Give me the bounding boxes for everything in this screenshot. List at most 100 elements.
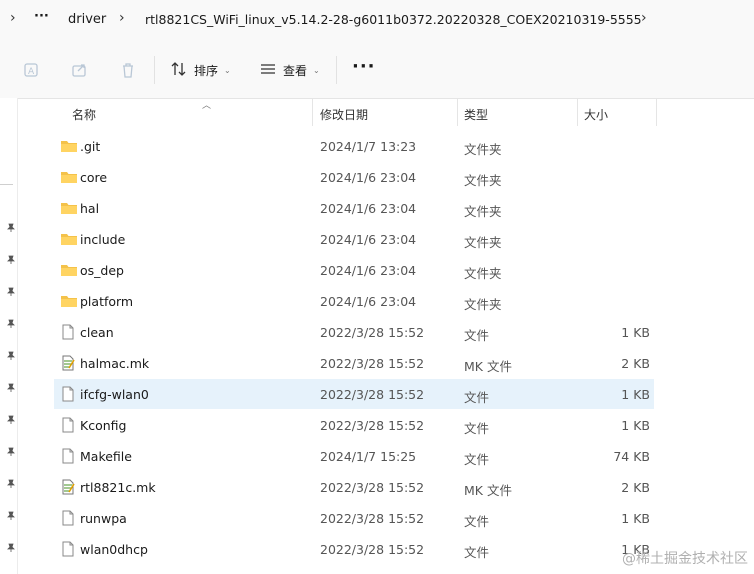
folder-icon bbox=[60, 138, 77, 154]
file-row[interactable]: core 2024/1/6 23:04 文件夹 bbox=[54, 162, 654, 192]
file-row[interactable]: ifcfg-wlan0 2022/3/28 15:52 文件 1 KB bbox=[54, 379, 654, 409]
file-name: clean bbox=[80, 325, 114, 340]
file-name: include bbox=[80, 232, 126, 247]
file-date: 2024/1/6 23:04 bbox=[320, 294, 417, 309]
pin-icon bbox=[6, 250, 16, 264]
file-date: 2022/3/28 15:52 bbox=[320, 480, 425, 495]
file-icon bbox=[60, 324, 76, 340]
file-name: rtl8821c.mk bbox=[80, 480, 156, 495]
chevron-down-icon: ⌄ bbox=[224, 65, 231, 75]
folder-icon bbox=[60, 169, 77, 185]
pin-icon bbox=[6, 218, 16, 232]
file-type: 文件 bbox=[464, 452, 490, 467]
file-icon bbox=[60, 541, 76, 557]
rename-icon[interactable]: A bbox=[22, 60, 42, 80]
pin-icon bbox=[6, 378, 16, 392]
file-name: halmac.mk bbox=[80, 356, 150, 371]
view-icon bbox=[259, 61, 277, 80]
file-type: 文件 bbox=[464, 390, 490, 405]
file-date: 2022/3/28 15:52 bbox=[320, 356, 425, 371]
file-type: MK 文件 bbox=[464, 359, 512, 374]
file-size: 1 KB bbox=[621, 387, 650, 402]
file-date: 2022/3/28 15:52 bbox=[320, 542, 425, 557]
share-icon[interactable] bbox=[70, 60, 90, 80]
breadcrumb-item-current-folder[interactable]: rtl8821CS_WiFi_linux_v5.14.2-28-g6011b03… bbox=[145, 12, 642, 27]
file-row[interactable]: halmac.mk 2022/3/28 15:52 MK 文件 2 KB bbox=[54, 348, 654, 378]
file-row[interactable]: os_dep 2024/1/6 23:04 文件夹 bbox=[54, 255, 654, 285]
file-type: 文件 bbox=[464, 421, 490, 436]
more-options-button[interactable]: ··· bbox=[352, 56, 376, 77]
file-type: 文件夹 bbox=[464, 266, 502, 281]
column-divider[interactable] bbox=[457, 98, 458, 126]
column-date[interactable]: 修改日期 bbox=[320, 106, 368, 123]
file-row[interactable]: include 2024/1/6 23:04 文件夹 bbox=[54, 224, 654, 254]
file-icon bbox=[60, 386, 76, 402]
file-row[interactable]: wlan0dhcp 2022/3/28 15:52 文件 1 KB bbox=[54, 534, 654, 564]
pin-icon bbox=[6, 506, 16, 520]
address-bar: › ··· driver › rtl8821CS_WiFi_linux_v5.1… bbox=[0, 0, 754, 42]
file-type: 文件夹 bbox=[464, 297, 502, 312]
file-size: 74 KB bbox=[613, 449, 650, 464]
file-row[interactable]: clean 2022/3/28 15:52 文件 1 KB bbox=[54, 317, 654, 347]
folder-icon bbox=[60, 200, 77, 216]
delete-icon[interactable] bbox=[118, 60, 138, 80]
chevron-right-icon[interactable]: › bbox=[641, 10, 647, 26]
toolbar-divider bbox=[336, 56, 337, 84]
pin-icon bbox=[6, 282, 16, 296]
file-row[interactable]: Makefile 2024/1/7 15:25 文件 74 KB bbox=[54, 441, 654, 471]
toolbar-divider bbox=[154, 56, 155, 84]
file-name: platform bbox=[80, 294, 134, 309]
file-row[interactable]: Kconfig 2022/3/28 15:52 文件 1 KB bbox=[54, 410, 654, 440]
file-icon bbox=[60, 448, 76, 464]
column-type[interactable]: 类型 bbox=[464, 106, 488, 123]
file-date: 2024/1/7 15:25 bbox=[320, 449, 417, 464]
file-size: 1 KB bbox=[621, 325, 650, 340]
chevron-right-icon[interactable]: › bbox=[119, 10, 125, 26]
column-divider[interactable] bbox=[577, 98, 578, 126]
file-date: 2024/1/6 23:04 bbox=[320, 201, 417, 216]
chevron-right-icon[interactable]: › bbox=[10, 10, 16, 26]
file-row[interactable]: platform 2024/1/6 23:04 文件夹 bbox=[54, 286, 654, 316]
file-date: 2024/1/6 23:04 bbox=[320, 232, 417, 247]
file-size: 1 KB bbox=[621, 511, 650, 526]
column-divider[interactable] bbox=[312, 98, 313, 126]
breadcrumb-overflow-button[interactable]: ··· bbox=[34, 9, 49, 24]
file-type: 文件 bbox=[464, 328, 490, 343]
folder-icon bbox=[60, 293, 77, 309]
file-name: hal bbox=[80, 201, 100, 216]
file-size: 2 KB bbox=[621, 480, 650, 495]
file-name: Kconfig bbox=[80, 418, 127, 433]
file-date: 2022/3/28 15:52 bbox=[320, 387, 425, 402]
file-date: 2024/1/6 23:04 bbox=[320, 170, 417, 185]
file-date: 2022/3/28 15:52 bbox=[320, 418, 425, 433]
file-row[interactable]: runwpa 2022/3/28 15:52 文件 1 KB bbox=[54, 503, 654, 533]
column-size[interactable]: 大小 bbox=[584, 106, 608, 123]
file-name: ifcfg-wlan0 bbox=[80, 387, 149, 402]
sort-button[interactable]: 排序 ⌄ bbox=[170, 58, 231, 82]
folder-icon bbox=[60, 231, 77, 247]
file-row[interactable]: .git 2024/1/7 13:23 文件夹 bbox=[54, 131, 654, 161]
pin-icon bbox=[6, 346, 16, 360]
view-button[interactable]: 查看 ⌄ bbox=[259, 58, 320, 82]
sort-label: 排序 bbox=[194, 63, 219, 78]
chevron-down-icon: ⌄ bbox=[313, 65, 320, 75]
column-divider[interactable] bbox=[656, 98, 657, 126]
folder-icon bbox=[60, 262, 77, 278]
column-name[interactable]: 名称 bbox=[72, 106, 96, 123]
breadcrumb-item-driver[interactable]: driver bbox=[68, 12, 106, 27]
file-name: os_dep bbox=[80, 263, 124, 278]
file-name: Makefile bbox=[80, 449, 132, 464]
file-date: 2022/3/28 15:52 bbox=[320, 511, 425, 526]
file-row[interactable]: rtl8821c.mk 2022/3/28 15:52 MK 文件 2 KB bbox=[54, 472, 654, 502]
file-type: 文件 bbox=[464, 545, 490, 560]
pane-divider[interactable] bbox=[17, 98, 18, 574]
file-type: 文件夹 bbox=[464, 235, 502, 250]
file-row[interactable]: hal 2024/1/6 23:04 文件夹 bbox=[54, 193, 654, 223]
file-icon bbox=[60, 510, 76, 526]
file-type: 文件夹 bbox=[464, 142, 502, 157]
file-name: .git bbox=[80, 139, 101, 154]
mk-file-icon bbox=[60, 355, 76, 371]
nav-divider bbox=[0, 184, 13, 185]
pin-icon bbox=[6, 314, 16, 328]
file-date: 2022/3/28 15:52 bbox=[320, 325, 425, 340]
